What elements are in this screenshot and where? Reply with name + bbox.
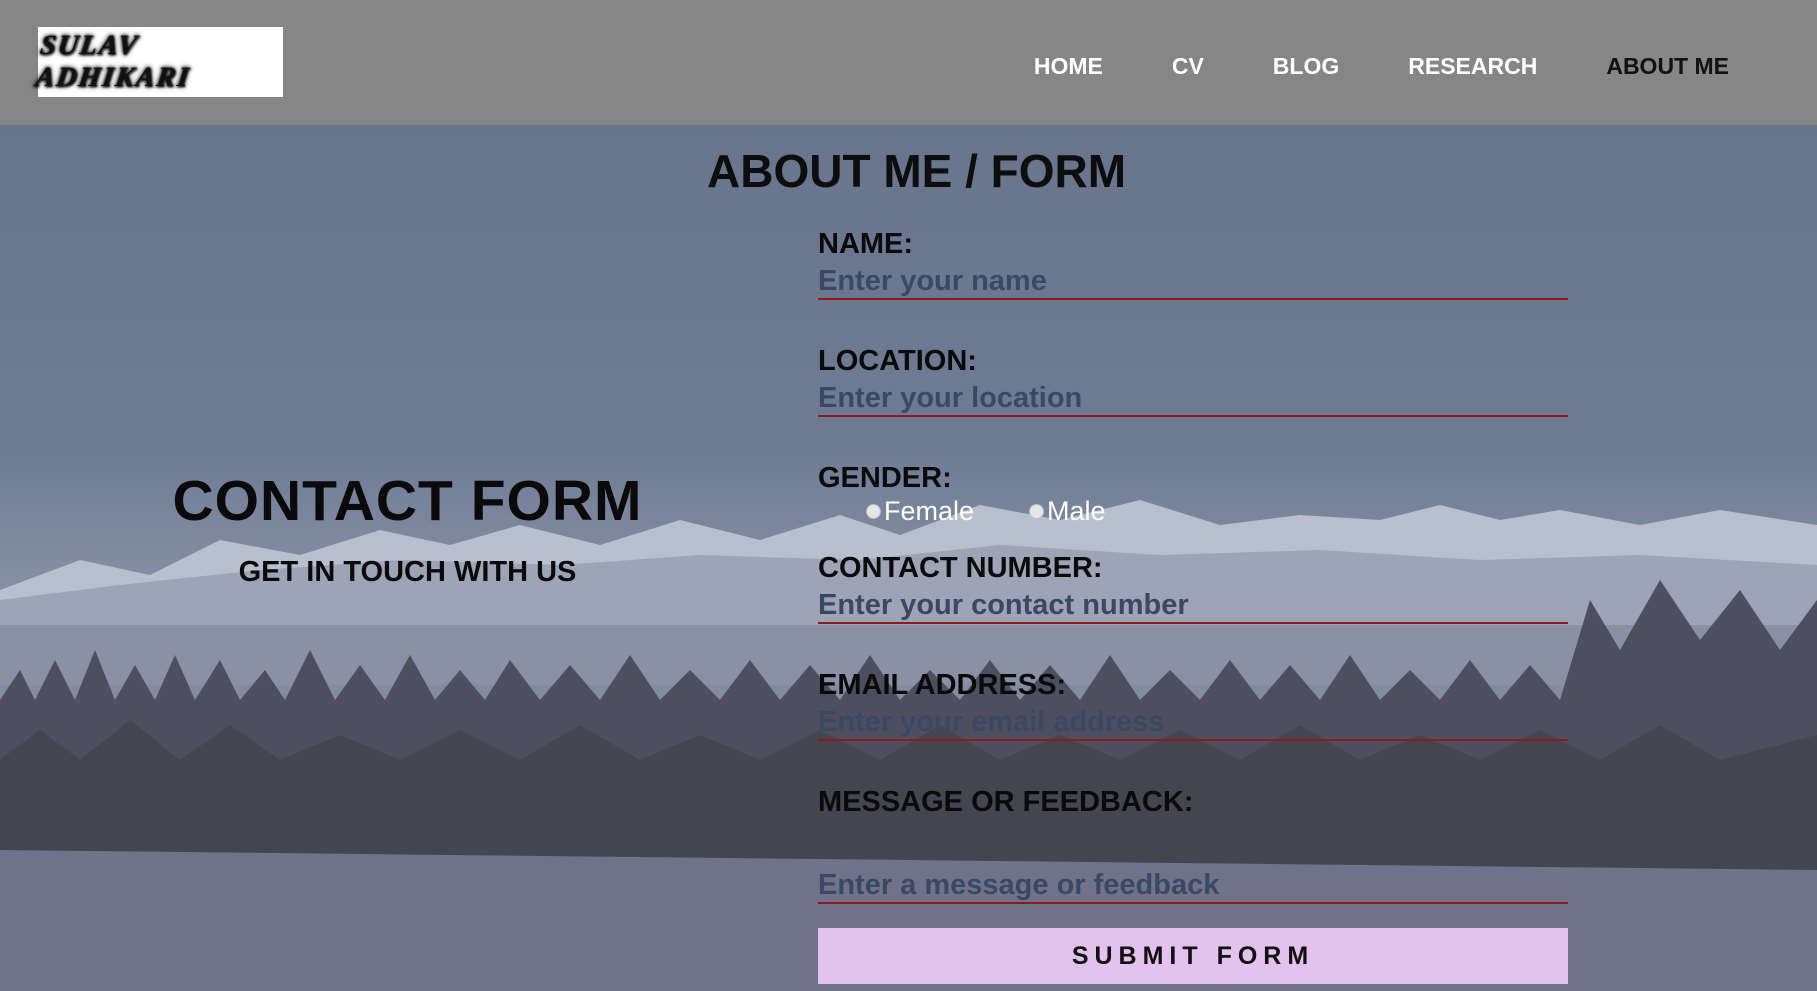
contact-number-label: CONTACT NUMBER: (818, 552, 1103, 584)
radio-female[interactable] (866, 504, 881, 519)
gender-male-option[interactable]: Male (1029, 496, 1106, 527)
message-input[interactable] (818, 868, 1568, 904)
contact-form-subtitle: GET IN TOUCH WITH US (238, 556, 577, 588)
nav-about-me[interactable]: ABOUT ME (1606, 53, 1729, 80)
site-logo[interactable]: SULAV ADHIKARI (34, 27, 283, 97)
location-label: LOCATION: (818, 345, 977, 377)
radio-male[interactable] (1029, 504, 1045, 519)
gender-label: GENDER: (818, 462, 952, 494)
nav-cv[interactable]: CV (1172, 53, 1204, 80)
gender-female-option[interactable]: Female (866, 496, 974, 527)
email-label: EMAIL ADDRESS: (818, 669, 1067, 701)
gender-options: Female Male (866, 496, 1161, 527)
email-input[interactable] (818, 705, 1568, 741)
gender-female-label: Female (884, 496, 975, 526)
logo-text: SULAV ADHIKARI (33, 30, 193, 93)
site-header: SULAV ADHIKARI HOME CV BLOG RESEARCH ABO… (0, 0, 1817, 125)
nav-research[interactable]: RESEARCH (1408, 53, 1537, 80)
page-title: ABOUT ME / FORM (707, 145, 1127, 197)
submit-form-button[interactable]: SUBMIT FORM (818, 928, 1568, 984)
contact-heading-block: CONTACT FORM GET IN TOUCH WITH US (150, 468, 665, 589)
message-label: MESSAGE OR FEEDBACK: (818, 786, 1194, 818)
contact-number-input[interactable] (818, 588, 1568, 624)
nav-blog[interactable]: BLOG (1273, 53, 1339, 80)
contact-form-title: CONTACT FORM (172, 469, 643, 533)
location-input[interactable] (818, 381, 1568, 417)
main-nav: HOME CV BLOG RESEARCH ABOUT ME (965, 53, 1729, 80)
name-label: NAME: (818, 228, 914, 260)
gender-male-label: Male (1047, 496, 1106, 526)
name-input[interactable] (818, 264, 1568, 300)
nav-home[interactable]: HOME (1034, 53, 1103, 80)
